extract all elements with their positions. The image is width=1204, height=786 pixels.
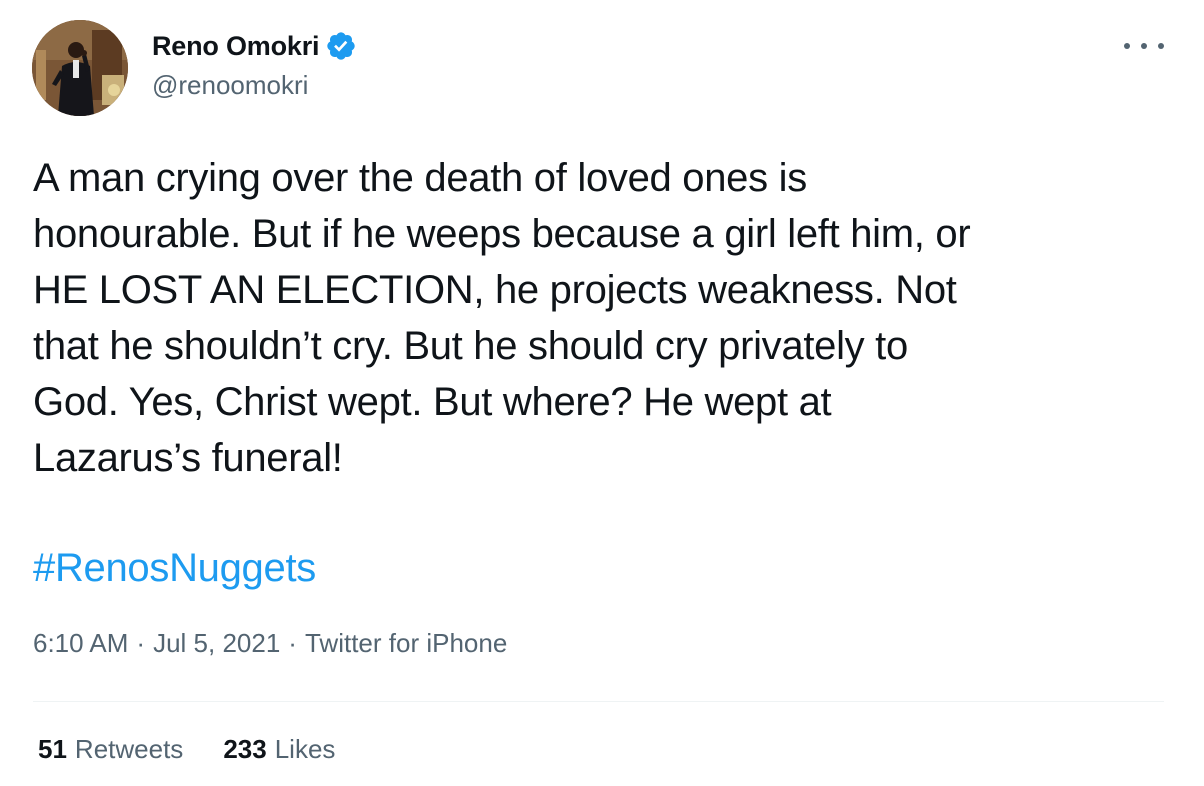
- retweets-stat[interactable]: 51 Retweets: [38, 734, 183, 765]
- likes-stat[interactable]: 233 Likes: [223, 734, 335, 765]
- more-dot: [1141, 43, 1147, 49]
- more-dot: [1158, 43, 1164, 49]
- avatar-image: [32, 20, 128, 116]
- more-options-icon[interactable]: [1124, 36, 1164, 56]
- hashtag-link[interactable]: #RenosNuggets: [33, 540, 316, 596]
- tweet-meta: 6:10 AM · Jul 5, 2021 · Twitter for iPho…: [33, 628, 507, 659]
- author-handle[interactable]: @renoomokri: [152, 70, 308, 101]
- tweet-stats: 51 Retweets 233 Likes: [38, 734, 375, 765]
- retweets-label: Retweets: [74, 734, 184, 764]
- meta-separator: ·: [288, 628, 297, 658]
- avatar[interactable]: [32, 20, 128, 116]
- likes-label: Likes: [274, 734, 336, 764]
- tweet-text: A man crying over the death of loved one…: [33, 156, 971, 480]
- tweet-card: Reno Omokri @renoomokri A man crying ove…: [0, 0, 1204, 786]
- more-dot: [1124, 43, 1130, 49]
- tweet-source[interactable]: Twitter for iPhone: [305, 628, 507, 659]
- verified-badge-icon: [325, 30, 357, 62]
- display-name[interactable]: Reno Omokri: [152, 31, 320, 62]
- likes-count: 233: [223, 734, 267, 764]
- author-name-row[interactable]: Reno Omokri: [152, 28, 357, 64]
- tweet-date[interactable]: Jul 5, 2021: [153, 628, 280, 659]
- meta-separator: ·: [136, 628, 146, 658]
- tweet-time[interactable]: 6:10 AM: [33, 628, 128, 659]
- divider: [33, 701, 1164, 702]
- retweets-count: 51: [38, 734, 67, 764]
